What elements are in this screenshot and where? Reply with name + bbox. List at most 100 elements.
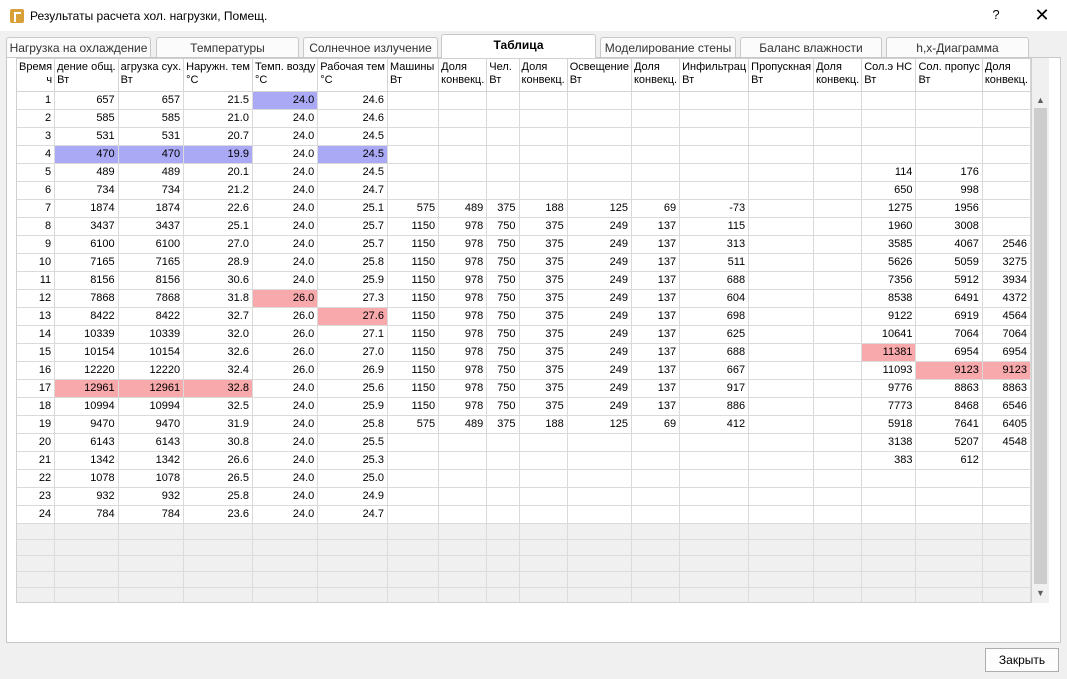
table-cell[interactable]: 1342 [54, 451, 119, 470]
column-header[interactable]: Доля конвекц. [813, 59, 863, 92]
table-cell[interactable]: 585 [118, 109, 185, 128]
table-cell[interactable]: 9776 [861, 379, 917, 398]
table-cell[interactable]: 375 [519, 217, 568, 236]
table-cell[interactable] [748, 343, 815, 362]
table-cell[interactable] [982, 145, 1031, 164]
table-cell[interactable]: 978 [438, 397, 488, 416]
table-cell[interactable]: 25.9 [317, 397, 388, 416]
table-cell[interactable] [631, 145, 681, 164]
table-cell[interactable]: 1150 [387, 397, 440, 416]
table-cell[interactable]: 375 [486, 199, 520, 218]
table-cell[interactable]: 10 [17, 253, 56, 272]
table-cell[interactable]: 188 [519, 415, 568, 434]
table-cell[interactable]: 24.0 [252, 505, 319, 524]
table-cell[interactable]: 688 [679, 271, 750, 290]
table-cell[interactable] [982, 91, 1031, 110]
table-cell[interactable]: 7 [17, 199, 56, 218]
table-cell[interactable] [438, 109, 488, 128]
table-cell[interactable] [813, 343, 863, 362]
table-cell[interactable]: 6143 [118, 433, 185, 452]
table-cell[interactable]: 6954 [915, 343, 983, 362]
table-cell[interactable]: 1150 [387, 379, 440, 398]
table-cell[interactable] [486, 181, 520, 200]
table-cell[interactable]: 24.0 [252, 235, 319, 254]
table-cell[interactable]: 1078 [118, 469, 185, 488]
table-cell[interactable] [486, 505, 520, 524]
table-cell[interactable]: 27.3 [317, 289, 388, 308]
table-cell[interactable] [486, 163, 520, 182]
tab-hx-diagram[interactable]: h,x-Диаграмма [886, 37, 1029, 58]
table-cell[interactable]: 24.7 [317, 505, 388, 524]
table-cell[interactable]: 1150 [387, 343, 440, 362]
table-cell[interactable]: 24.0 [252, 163, 319, 182]
table-cell[interactable] [748, 181, 815, 200]
table-cell[interactable]: 9123 [915, 361, 983, 380]
table-cell[interactable] [813, 487, 863, 506]
table-row[interactable]: 20 6143 6143 30.8 24.0 25.5 3138 5207 4548 [17, 433, 1031, 452]
tab-moisture-balance[interactable]: Баланс влажности [740, 37, 882, 58]
table-cell[interactable] [813, 469, 863, 488]
table-cell[interactable]: 137 [631, 307, 681, 326]
table-cell[interactable]: 19 [17, 415, 56, 434]
table-cell[interactable]: 1150 [387, 217, 440, 236]
table-cell[interactable] [982, 217, 1031, 236]
table-cell[interactable]: 784 [118, 505, 185, 524]
table-cell[interactable]: 12220 [54, 361, 119, 380]
table-cell[interactable]: 604 [679, 289, 750, 308]
table-cell[interactable]: 22 [17, 469, 56, 488]
table-cell[interactable] [679, 487, 750, 506]
table-cell[interactable] [982, 199, 1031, 218]
table-cell[interactable]: 11381 [861, 343, 917, 362]
table-cell[interactable]: 28.9 [183, 253, 253, 272]
table-cell[interactable]: 26.6 [183, 451, 253, 470]
table-cell[interactable]: 612 [915, 451, 983, 470]
table-cell[interactable]: 249 [567, 325, 632, 344]
table-cell[interactable] [387, 469, 440, 488]
help-button[interactable]: ? [986, 7, 1006, 22]
table-row[interactable]: 14 10339 10339 32.0 26.0 27.1 1150 978 750 375 249… [17, 325, 1031, 344]
table-cell[interactable] [679, 91, 750, 110]
table-cell[interactable]: 24.0 [252, 487, 319, 506]
table-cell[interactable]: 14 [17, 325, 56, 344]
table-cell[interactable]: 31.9 [183, 415, 253, 434]
table-cell[interactable]: 531 [118, 127, 185, 146]
table-cell[interactable] [631, 91, 681, 110]
table-cell[interactable]: 21.0 [183, 109, 253, 128]
table-cell[interactable]: 8422 [118, 307, 185, 326]
table-cell[interactable] [486, 109, 520, 128]
table-cell[interactable] [387, 145, 440, 164]
table-cell[interactable]: 32.7 [183, 307, 253, 326]
table-cell[interactable]: 625 [679, 325, 750, 344]
table-cell[interactable] [567, 181, 632, 200]
table-cell[interactable]: 1 [17, 91, 56, 110]
table-cell[interactable]: 531 [54, 127, 119, 146]
table-cell[interactable]: 932 [54, 487, 119, 506]
table-cell[interactable]: 249 [567, 289, 632, 308]
scroll-up-icon[interactable]: ▲ [1032, 92, 1049, 109]
table-cell[interactable] [982, 487, 1031, 506]
table-cell[interactable] [915, 469, 983, 488]
table-cell[interactable]: 20.1 [183, 163, 253, 182]
table-cell[interactable]: 7165 [118, 253, 185, 272]
table-cell[interactable]: 27.1 [317, 325, 388, 344]
table-cell[interactable]: 9122 [861, 307, 917, 326]
table-cell[interactable] [438, 127, 488, 146]
table-cell[interactable] [679, 181, 750, 200]
table-cell[interactable] [519, 433, 568, 452]
table-cell[interactable] [438, 145, 488, 164]
column-header[interactable]: агрузка сух. Вт [118, 59, 185, 92]
table-row[interactable]: 11 8156 8156 30.6 24.0 25.9 1150 978 750 375 249 13… [17, 271, 1031, 290]
column-header[interactable]: Наружн. тем °C [183, 59, 253, 92]
table-cell[interactable]: 24.0 [252, 451, 319, 470]
table-cell[interactable] [813, 397, 863, 416]
table-cell[interactable]: 24.5 [317, 145, 388, 164]
table-cell[interactable] [438, 469, 488, 488]
table-cell[interactable] [387, 433, 440, 452]
table-cell[interactable]: 886 [679, 397, 750, 416]
table-cell[interactable]: 750 [486, 253, 520, 272]
table-cell[interactable]: 27.0 [317, 343, 388, 362]
table-cell[interactable] [567, 487, 632, 506]
column-header[interactable]: Доля конвекц. [631, 59, 681, 92]
table-cell[interactable] [748, 325, 815, 344]
table-cell[interactable]: 13 [17, 307, 56, 326]
